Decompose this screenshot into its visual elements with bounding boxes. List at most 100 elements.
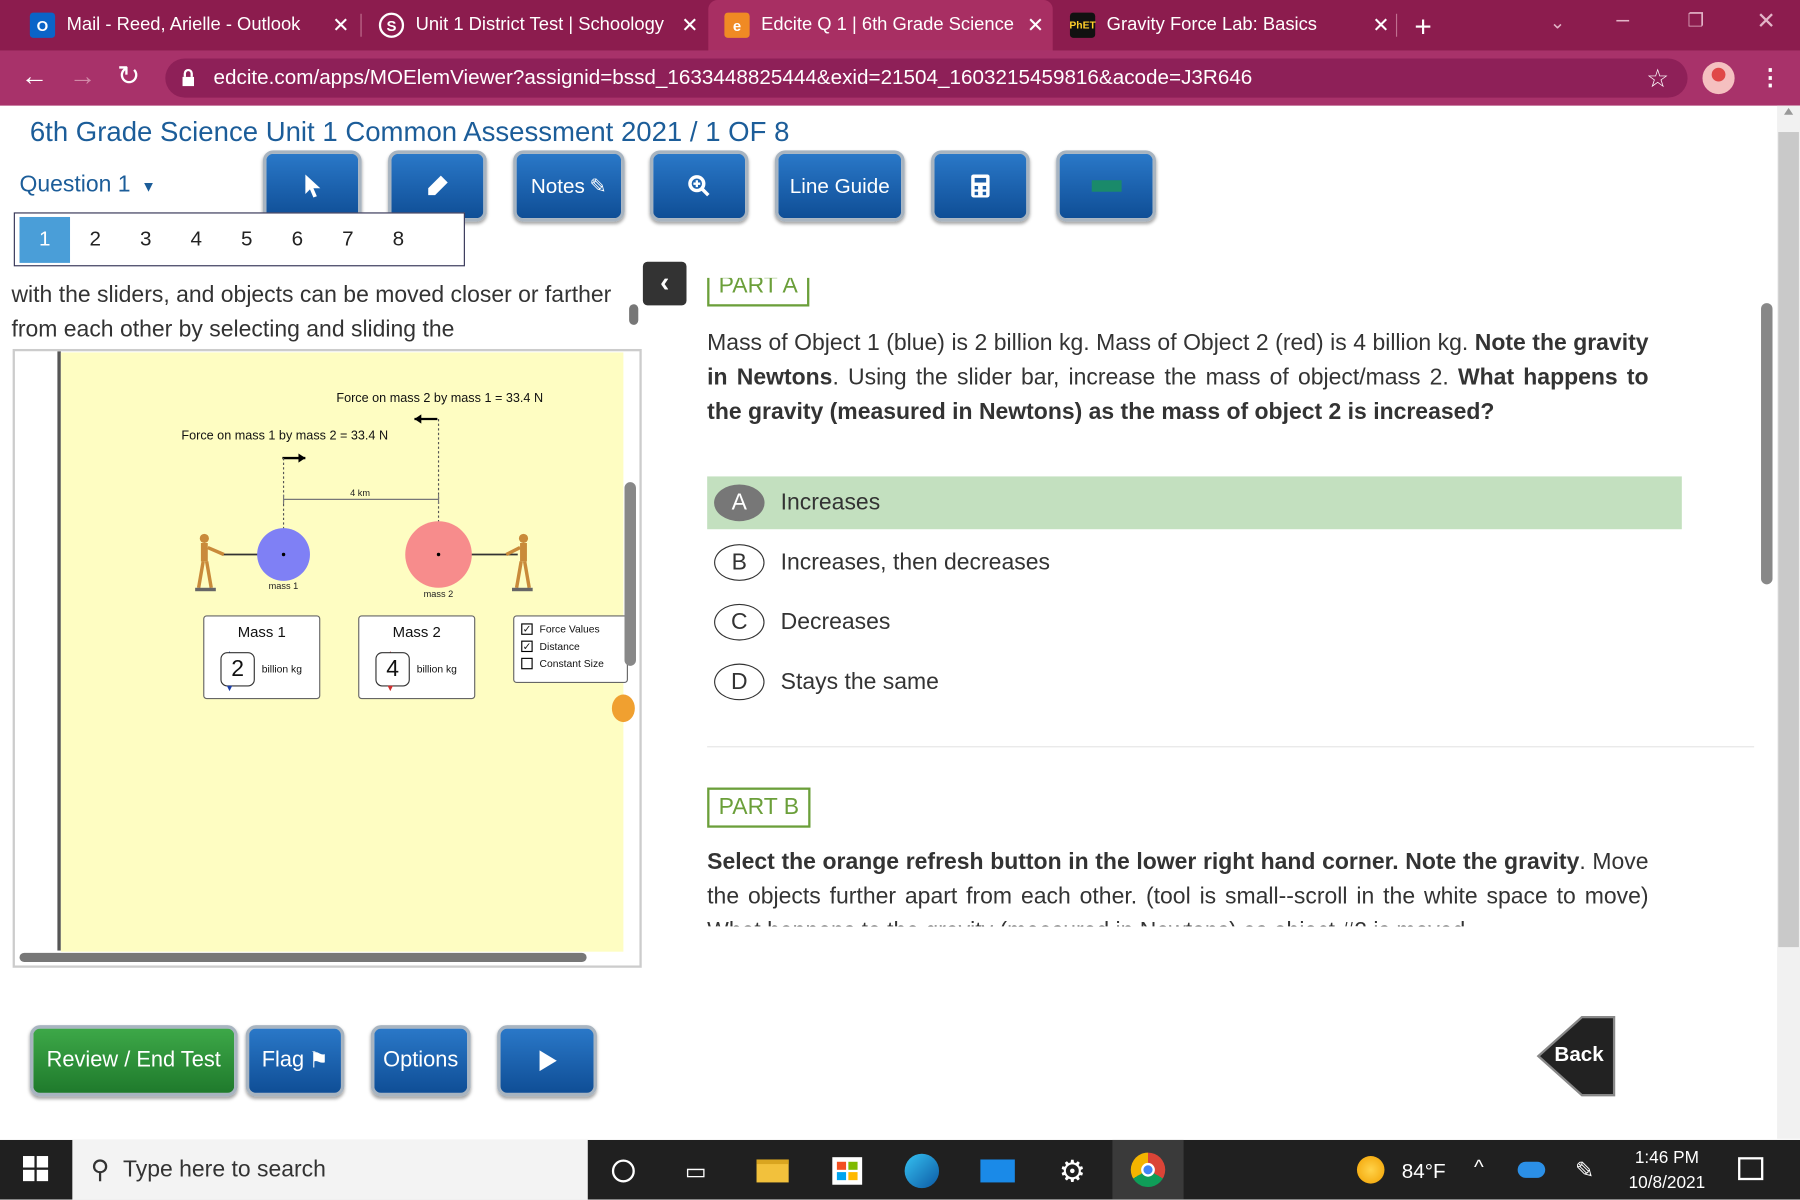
onedrive-cloud-icon[interactable] xyxy=(1517,1161,1546,1178)
show-hidden-icons-chevron-icon[interactable]: ^ xyxy=(1474,1155,1484,1179)
question-number-8[interactable]: 8 xyxy=(373,216,424,262)
constant-size-option[interactable]: Constant Size xyxy=(521,657,627,670)
checkbox-unchecked-icon[interactable] xyxy=(521,657,533,670)
settings-gear-icon[interactable]: ⚙ xyxy=(1049,1148,1095,1194)
flag-label: Flag xyxy=(261,1048,305,1073)
question-number-6[interactable]: 6 xyxy=(272,216,323,262)
color-overlay-button[interactable] xyxy=(1056,150,1157,222)
refresh-button-partial[interactable] xyxy=(611,694,635,723)
flag-icon: ⚑ xyxy=(308,1048,329,1073)
bookmark-star-icon[interactable]: ☆ xyxy=(1646,64,1669,94)
url-text[interactable]: edcite.com/apps/MOElemViewer?assignid=bs… xyxy=(214,65,1253,89)
magnifier-icon xyxy=(688,175,710,197)
notification-center-icon[interactable] xyxy=(1738,1157,1764,1181)
tab-search-chevron-icon[interactable]: ⌄ xyxy=(1550,11,1565,34)
windows-start-icon[interactable] xyxy=(22,1156,49,1182)
question-number-7[interactable]: 7 xyxy=(323,216,374,262)
highlighter-tool-button[interactable] xyxy=(388,150,487,222)
review-end-test-button[interactable]: Review / End Test xyxy=(29,1025,238,1097)
tab-divider xyxy=(360,13,362,37)
taskbar-clock[interactable]: 1:46 PM 10/8/2021 xyxy=(1619,1146,1715,1197)
mass1-center-dot xyxy=(281,552,286,557)
reload-icon[interactable]: ↻ xyxy=(117,60,140,93)
pointer-tool-button[interactable] xyxy=(262,150,362,222)
question-number-4[interactable]: 4 xyxy=(171,216,222,262)
mass1-value-field[interactable]: 2 xyxy=(220,652,255,687)
question-number-2[interactable]: 2 xyxy=(70,216,121,262)
taskbar-search-box[interactable]: ⚲ Type here to search xyxy=(72,1139,588,1200)
tab-outlook[interactable]: O Mail - Reed, Arielle - Outlook ✕ xyxy=(14,0,358,51)
mass2-label: mass 2 xyxy=(423,588,454,600)
mass1-decrease-icon[interactable]: ▼ xyxy=(225,683,234,693)
puller-figure-left xyxy=(195,533,225,592)
distance-label: 4 km xyxy=(350,487,371,499)
close-tab-icon[interactable]: ✕ xyxy=(673,13,707,37)
lock-icon[interactable] xyxy=(181,68,195,87)
question-selector[interactable]: Question 1 ▼ xyxy=(20,172,156,198)
weather-sun-icon[interactable] xyxy=(1356,1156,1385,1184)
weather-temperature[interactable]: 84°F xyxy=(1402,1159,1446,1183)
answer-option-b[interactable]: B Increases, then decreases xyxy=(707,536,1682,589)
mass2-decrease-icon[interactable]: ▼ xyxy=(386,683,395,693)
gravity-simulation[interactable]: Force on mass 2 by mass 1 = 33.4 N Force… xyxy=(60,352,635,952)
chrome-taskbar-active[interactable] xyxy=(1112,1139,1184,1200)
options-button[interactable]: Options xyxy=(370,1025,471,1097)
more-menu-icon[interactable]: ⋮ xyxy=(1759,63,1782,92)
file-explorer-icon[interactable] xyxy=(750,1148,796,1194)
tab-phet[interactable]: PhET Gravity Force Lab: Basics ✕ xyxy=(1054,0,1398,51)
distance-option[interactable]: ✓ Distance xyxy=(521,640,627,653)
simulation-horizontal-scrollbar[interactable] xyxy=(19,952,587,963)
cursor-arrow-icon xyxy=(305,174,321,198)
answer-option-c[interactable]: C Decreases xyxy=(707,596,1682,649)
scroll-up-icon[interactable] xyxy=(1783,107,1794,115)
question-pane-scrollbar[interactable] xyxy=(1761,303,1773,585)
passage-scrollbar[interactable] xyxy=(629,304,639,325)
highlighter-icon xyxy=(428,175,448,196)
checkbox-checked-icon[interactable]: ✓ xyxy=(521,623,533,635)
question-number-5[interactable]: 5 xyxy=(222,216,273,262)
tab-edcite[interactable]: e Edcite Q 1 | 6th Grade Science U ✕ xyxy=(708,0,1053,51)
collapse-passage-button[interactable]: ‹ xyxy=(642,261,687,306)
line-guide-button[interactable]: Line Guide xyxy=(774,150,905,222)
restore-icon[interactable]: ❐ xyxy=(1688,9,1704,32)
mass2-value-field[interactable]: 4 xyxy=(375,652,410,687)
constant-size-label: Constant Size xyxy=(539,657,604,670)
edge-browser-icon[interactable] xyxy=(899,1148,945,1194)
minimize-icon[interactable]: – xyxy=(1616,7,1629,33)
question-number-1[interactable]: 1 xyxy=(19,216,71,263)
back-arrow-icon[interactable]: ← xyxy=(21,61,49,93)
part-a-label-box: PART A xyxy=(707,277,810,307)
close-window-icon[interactable]: ✕ xyxy=(1756,7,1775,36)
page-scrollbar-thumb[interactable] xyxy=(1778,132,1799,948)
flag-button[interactable]: Flag ⚑ xyxy=(245,1025,345,1097)
question-number-3[interactable]: 3 xyxy=(121,216,172,262)
close-tab-icon[interactable]: ✕ xyxy=(1364,13,1398,37)
answer-option-a[interactable]: A Increases xyxy=(707,476,1682,530)
next-question-button[interactable] xyxy=(497,1025,597,1097)
magnifier-button[interactable] xyxy=(649,150,749,222)
task-view-icon[interactable]: ▭ xyxy=(673,1148,719,1194)
left-pane-vertical-scrollbar[interactable] xyxy=(624,482,636,666)
cortana-icon[interactable] xyxy=(600,1148,646,1194)
calculator-button[interactable] xyxy=(931,150,1030,222)
checkbox-checked-icon[interactable]: ✓ xyxy=(521,640,533,653)
back-button[interactable]: Back xyxy=(1536,1015,1619,1098)
notes-button[interactable]: Notes ✎ xyxy=(513,150,625,222)
taskbar-search-placeholder: Type here to search xyxy=(122,1156,326,1182)
microsoft-store-icon[interactable] xyxy=(824,1148,870,1194)
question-selector-label: Question 1 xyxy=(19,172,131,198)
forward-arrow-icon[interactable]: → xyxy=(69,61,97,93)
notes-label: Notes xyxy=(530,173,585,197)
profile-avatar[interactable] xyxy=(1702,61,1735,95)
force-values-option[interactable]: ✓ Force Values xyxy=(521,623,627,635)
mail-icon[interactable] xyxy=(975,1148,1021,1194)
answer-option-d[interactable]: D Stays the same xyxy=(707,656,1682,709)
close-tab-icon[interactable]: ✕ xyxy=(324,13,358,37)
review-end-test-label: Review / End Test xyxy=(46,1048,221,1073)
new-tab-icon[interactable]: + xyxy=(1414,9,1431,45)
tab-schoology[interactable]: S Unit 1 District Test | Schoology ✕ xyxy=(363,0,707,51)
close-tab-icon[interactable]: ✕ xyxy=(1018,13,1052,37)
simulation-frame[interactable]: Force on mass 2 by mass 1 = 33.4 N Force… xyxy=(12,348,642,968)
edit-note-icon: ✎ xyxy=(589,173,607,197)
pen-workspace-icon[interactable]: ✎ xyxy=(1575,1156,1594,1185)
